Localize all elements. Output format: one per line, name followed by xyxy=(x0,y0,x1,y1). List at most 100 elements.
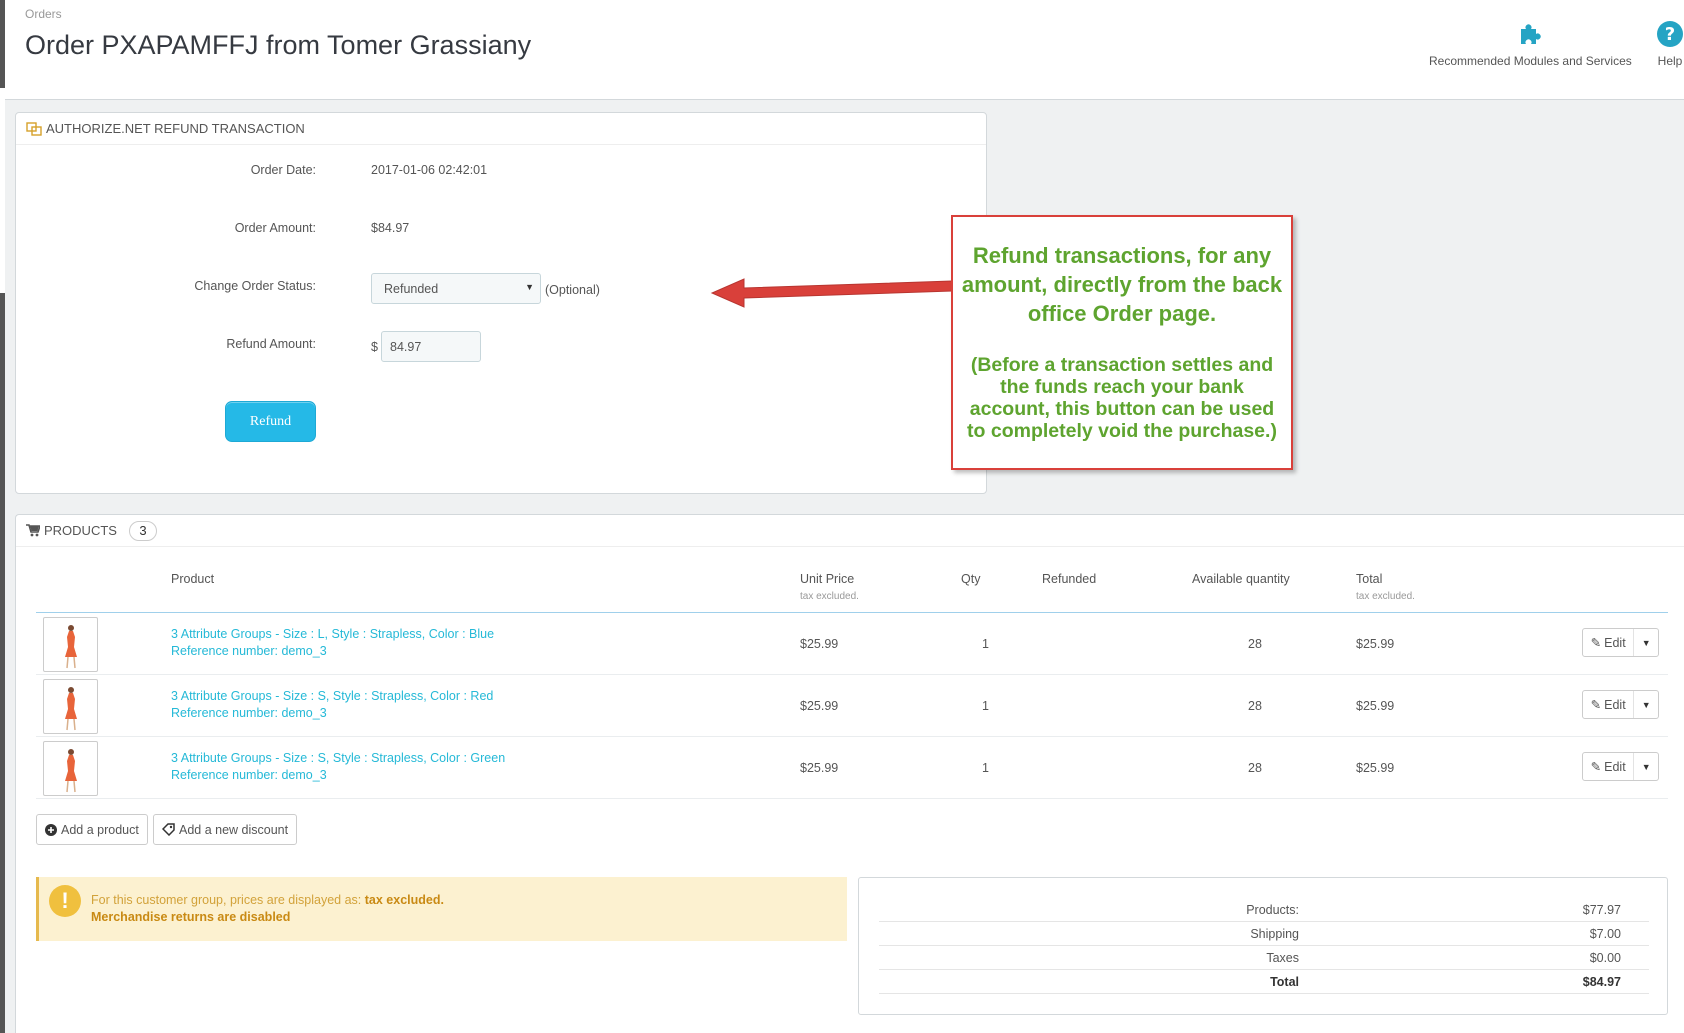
pencil-icon: ✎ xyxy=(1590,636,1602,650)
available-quantity: 28 xyxy=(1248,699,1262,713)
column-total-label: Total xyxy=(1356,572,1383,586)
order-totals: Products: $77.97 Shipping $7.00 Taxes $0… xyxy=(858,877,1668,1015)
edit-dropdown-toggle[interactable]: ▼ xyxy=(1634,629,1658,656)
recommended-modules-label: Recommended Modules and Services xyxy=(1429,54,1632,68)
chevron-down-icon: ▼ xyxy=(1641,761,1651,772)
page-header: Orders Order PXAPAMFFJ from Tomer Grassi… xyxy=(5,0,1684,100)
dress-model-image xyxy=(65,749,77,793)
table-row: 3 Attribute Groups - Size : S, Style : S… xyxy=(36,675,1668,737)
product-reference[interactable]: Reference number: demo_3 xyxy=(171,644,327,658)
warning-icon: ! xyxy=(49,885,81,917)
add-product-button[interactable]: Add a product xyxy=(36,814,148,845)
refund-panel-heading: AUTHORIZE.NET REFUND TRANSACTION xyxy=(16,113,986,145)
totals-row-total: Total $84.97 xyxy=(879,970,1649,994)
edit-dropdown-toggle[interactable]: ▼ xyxy=(1634,753,1658,780)
order-status-select[interactable]: Refunded ▼ xyxy=(371,273,541,304)
unit-price: $25.99 xyxy=(800,637,839,651)
chevron-down-icon: ▼ xyxy=(1641,699,1651,710)
column-product-label: Product xyxy=(171,572,215,586)
product-name-link[interactable]: 3 Attribute Groups - Size : L, Style : S… xyxy=(171,627,494,641)
order-amount-row: Order Amount: $84.97 xyxy=(16,215,988,245)
refund-panel-title: AUTHORIZE.NET REFUND TRANSACTION xyxy=(46,121,305,136)
optional-hint: (Optional) xyxy=(545,283,600,297)
edit-button-group: ✎ Edit ▼ xyxy=(1582,628,1659,657)
unit-price: $25.99 xyxy=(800,699,839,713)
chevron-down-icon: ▼ xyxy=(1641,637,1651,648)
order-amount-value: $84.97 xyxy=(371,221,410,235)
product-thumbnail[interactable] xyxy=(43,617,98,672)
totals-label: Products: xyxy=(1246,903,1299,917)
column-header-qty: Qty xyxy=(961,572,980,586)
add-discount-button[interactable]: Add a new discount xyxy=(153,814,298,845)
totals-value: $7.00 xyxy=(1589,927,1621,941)
table-row: 3 Attribute Groups - Size : S, Style : S… xyxy=(36,737,1668,799)
sidebar-gap xyxy=(0,88,5,293)
totals-value: $77.97 xyxy=(1582,903,1621,917)
order-status-label: Change Order Status: xyxy=(194,279,316,293)
quantity: 1 xyxy=(982,699,989,713)
product-name-link[interactable]: 3 Attribute Groups - Size : S, Style : S… xyxy=(171,689,493,703)
product-reference[interactable]: Reference number: demo_3 xyxy=(171,768,327,782)
pencil-icon: ✎ xyxy=(1590,760,1602,774)
column-header-unit-price: Unit Price tax excluded. xyxy=(800,572,859,602)
currency-symbol: $ xyxy=(371,340,378,354)
recommended-modules-button[interactable]: Recommended Modules and Services xyxy=(1429,20,1632,68)
available-quantity: 28 xyxy=(1248,761,1262,775)
refund-amount-input[interactable]: 84.97 xyxy=(381,331,481,362)
alert-returns-text: Merchandise returns are disabled xyxy=(91,910,291,924)
order-amount-label: Order Amount: xyxy=(234,221,316,235)
svg-text:?: ? xyxy=(1665,24,1675,45)
column-available-label: Available quantity xyxy=(1192,572,1290,586)
tag-icon xyxy=(162,823,175,836)
order-date-row: Order Date: 2017-01-06 02:42:01 xyxy=(16,157,988,187)
quantity: 1 xyxy=(982,637,989,651)
totals-label: Taxes xyxy=(1266,951,1299,965)
edit-label: Edit xyxy=(1604,635,1626,650)
add-discount-label: Add a new discount xyxy=(179,822,289,837)
edit-button[interactable]: ✎ Edit xyxy=(1583,753,1635,780)
help-icon: ? xyxy=(1657,21,1683,47)
product-thumbnail[interactable] xyxy=(43,679,98,734)
refund-button[interactable]: Refund xyxy=(225,401,316,442)
alert-tax-label: For this customer group, prices are disp… xyxy=(91,893,362,907)
product-thumbnail[interactable] xyxy=(43,741,98,796)
help-button[interactable]: ? Help xyxy=(1656,20,1684,68)
totals-value: $0.00 xyxy=(1589,951,1621,965)
row-total: $25.99 xyxy=(1356,699,1395,713)
tax-info-alert: ! For this customer group, prices are di… xyxy=(36,877,847,941)
edit-button[interactable]: ✎ Edit xyxy=(1583,629,1635,656)
puzzle-icon xyxy=(1521,24,1542,44)
edit-label: Edit xyxy=(1604,759,1626,774)
products-panel-heading: PRODUCTS 3 xyxy=(16,515,1684,547)
add-product-label: Add a product xyxy=(61,822,139,837)
refund-amount-label: Refund Amount: xyxy=(226,337,316,351)
totals-row-taxes: Taxes $0.00 xyxy=(879,946,1649,970)
column-header-refunded: Refunded xyxy=(1042,572,1096,586)
unit-price: $25.99 xyxy=(800,761,839,775)
products-count-badge: 3 xyxy=(128,520,157,541)
edit-dropdown-toggle[interactable]: ▼ xyxy=(1634,691,1658,718)
pencil-icon: ✎ xyxy=(1590,698,1602,712)
products-panel: PRODUCTS 3 Product Unit Price tax exclude… xyxy=(15,514,1684,1033)
edit-button[interactable]: ✎ Edit xyxy=(1583,691,1635,718)
product-name-link[interactable]: 3 Attribute Groups - Size : S, Style : S… xyxy=(171,751,505,765)
totals-label: Total xyxy=(1270,975,1299,989)
breadcrumb[interactable]: Orders xyxy=(25,7,62,21)
order-date-value: 2017-01-06 02:42:01 xyxy=(371,163,488,177)
order-status-row: Change Order Status: Refunded ▼ (Optiona… xyxy=(16,273,988,304)
table-row: 3 Attribute Groups - Size : L, Style : S… xyxy=(36,613,1668,675)
help-label: Help xyxy=(1657,54,1683,68)
quantity: 1 xyxy=(982,761,989,775)
column-qty-label: Qty xyxy=(961,572,981,586)
totals-row-shipping: Shipping $7.00 xyxy=(879,922,1649,946)
product-reference[interactable]: Reference number: demo_3 xyxy=(171,706,327,720)
annotation-callout: Refund transactions, for any amount, dir… xyxy=(951,215,1293,470)
column-header-total: Total tax excluded. xyxy=(1356,572,1415,602)
available-quantity: 28 xyxy=(1248,637,1262,651)
column-unit-price-label: Unit Price xyxy=(800,572,855,586)
chevron-down-icon: ▼ xyxy=(525,282,534,292)
dress-model-image xyxy=(65,625,77,669)
cart-icon xyxy=(26,524,40,537)
column-total-note: tax excluded. xyxy=(1356,591,1415,602)
callout-sub-text: (Before a transaction settles and the fu… xyxy=(967,354,1277,442)
